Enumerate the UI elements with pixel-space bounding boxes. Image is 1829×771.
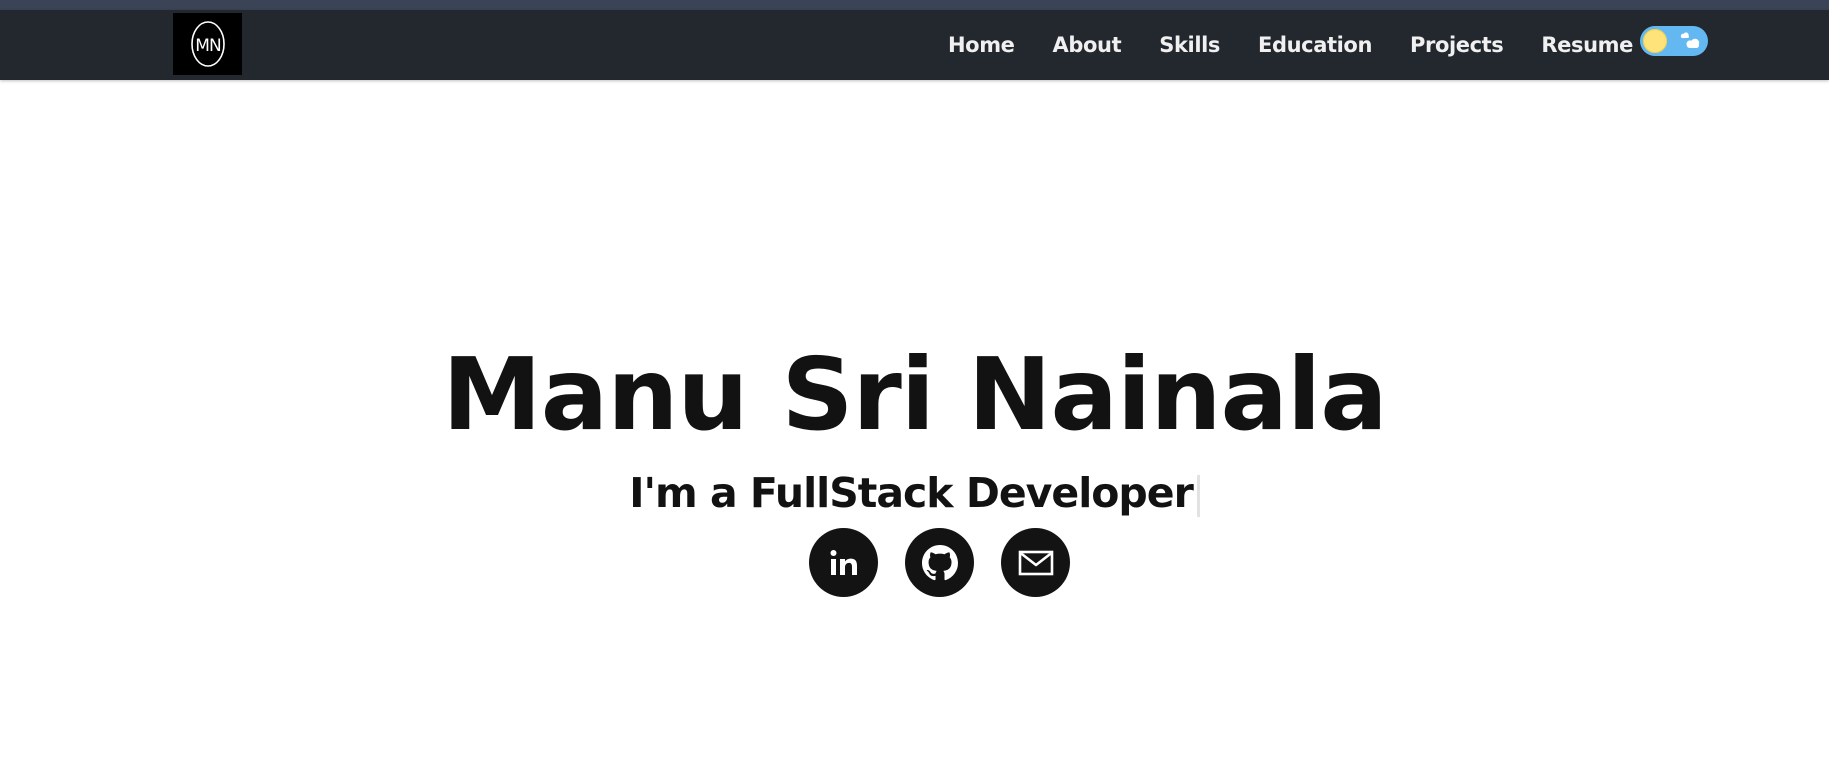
cloud-icon <box>1680 32 1700 48</box>
nav-home[interactable]: Home <box>948 33 1015 57</box>
linkedin-button[interactable] <box>809 528 878 597</box>
nav-projects[interactable]: Projects <box>1410 33 1504 57</box>
social-links <box>809 528 1070 597</box>
browser-top-strip <box>0 0 1829 10</box>
theme-toggle[interactable] <box>1640 26 1708 56</box>
email-button[interactable] <box>1001 528 1070 597</box>
hero-tagline: I'm a FullStack Developer <box>629 469 1194 517</box>
linkedin-icon <box>830 549 857 575</box>
github-button[interactable] <box>905 528 974 597</box>
nav-resume[interactable]: Resume <box>1541 33 1633 57</box>
nav-education[interactable]: Education <box>1258 33 1372 57</box>
nav-about[interactable]: About <box>1053 33 1122 57</box>
email-icon <box>1018 550 1053 575</box>
hero-tagline-line: I'm a FullStack Developer <box>0 465 1829 521</box>
svg-text:MN: MN <box>195 36 221 56</box>
github-icon <box>921 544 958 580</box>
navbar: MN Home About Skills Education Projects … <box>0 10 1829 80</box>
logo-mark-icon: MN <box>190 21 225 67</box>
hero-name: Manu Sri Nainala <box>442 336 1388 453</box>
logo[interactable]: MN <box>173 13 242 75</box>
nav-links: Home About Skills Education Projects Res… <box>948 10 1633 80</box>
typing-cursor <box>1196 475 1200 517</box>
sun-icon <box>1643 29 1667 53</box>
nav-skills[interactable]: Skills <box>1159 33 1220 57</box>
